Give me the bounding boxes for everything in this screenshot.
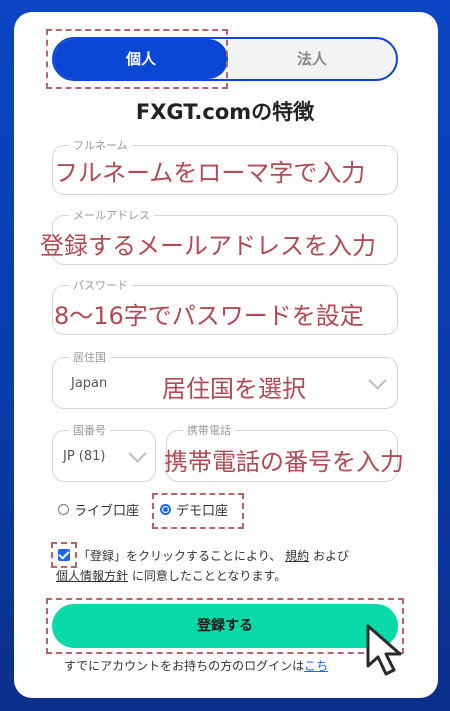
- terms-text-part2: および: [312, 549, 349, 563]
- country-value: Japan: [71, 376, 108, 391]
- annotation-highlight-demo: [152, 493, 244, 529]
- login-prompt-text: すでにアカウントをお持ちの方のログインは: [64, 659, 305, 673]
- privacy-policy-link[interactable]: 個人情報方針: [56, 569, 128, 583]
- terms-text: 「登録」をクリックすることにより、 規約 および: [78, 546, 398, 566]
- password-hint: 8～16字でパスワードを設定: [54, 302, 364, 330]
- annotation-highlight-individual: [46, 29, 228, 89]
- terms-link[interactable]: 規約: [285, 549, 309, 563]
- terms-text-part3: に同意したこととなります。: [131, 569, 287, 583]
- live-account-label: ライブ口座: [74, 504, 140, 519]
- annotation-highlight-register: [46, 598, 404, 654]
- country-hint: 居住国を選択: [162, 375, 306, 403]
- phone-hint: 携帯電話の番号を入力: [164, 448, 404, 476]
- phone-code-label: 国番号: [69, 422, 110, 438]
- chevron-down-icon: [128, 444, 147, 463]
- annotation-highlight-checkbox: [51, 542, 77, 568]
- terms-text-line2: 個人情報方針 に同意したこととなります。: [56, 566, 386, 586]
- terms-text-part1: 「登録」をクリックすることにより、: [78, 549, 282, 563]
- phone-code-value: JP (81): [63, 449, 106, 464]
- mouse-pointer-icon: [366, 624, 402, 676]
- tab-corporate[interactable]: 法人: [228, 39, 396, 79]
- phone-code-select[interactable]: 国番号 JP (81): [52, 422, 156, 482]
- login-link[interactable]: こち: [304, 659, 328, 673]
- page-title: FXGT.comの特徴: [135, 100, 315, 124]
- country-label: 居住国: [69, 349, 110, 365]
- email-hint: 登録するメールアドレスを入力: [40, 232, 376, 260]
- phone-label: 携帯電話: [183, 422, 235, 438]
- fullname-label: フルネーム: [69, 137, 132, 153]
- fullname-hint: フルネームをローマ字で入力: [54, 159, 366, 187]
- login-prompt: すでにアカウントをお持ちの方のログインはこち: [64, 657, 328, 674]
- email-label: メールアドレス: [69, 207, 154, 223]
- chevron-down-icon: [368, 371, 387, 390]
- password-label: パスワード: [69, 277, 132, 293]
- live-account-radio[interactable]: [58, 504, 69, 515]
